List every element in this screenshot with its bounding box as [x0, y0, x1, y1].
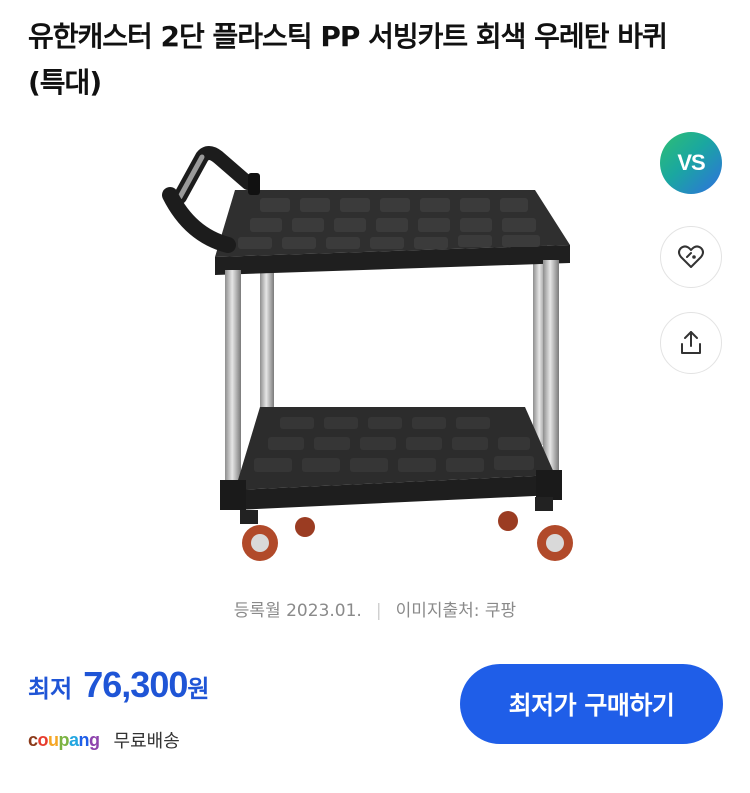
logo-letter: o: [37, 729, 49, 750]
buy-lowest-price-button[interactable]: 최저가 구매하기: [460, 664, 723, 744]
coupang-logo[interactable]: coupang: [28, 730, 100, 751]
logo-letter: u: [48, 729, 59, 750]
price-unit: 원: [187, 675, 210, 703]
price-label: 최저: [28, 675, 73, 703]
vs-compare-button[interactable]: VS: [660, 132, 722, 194]
share-icon: [681, 331, 701, 354]
logo-letter: a: [69, 729, 79, 750]
share-button[interactable]: [660, 312, 722, 374]
image-source: 이미지출처: 쿠팡: [395, 601, 517, 621]
price-value: 76,300: [83, 664, 188, 705]
image-meta: 등록월 2023.01. | 이미지출처: 쿠팡: [0, 596, 750, 621]
registered-month: 등록월 2023.01.: [233, 601, 362, 621]
logo-letter: n: [78, 729, 90, 750]
logo-letter: p: [58, 729, 70, 750]
logo-letter: c: [28, 729, 38, 750]
product-title: 유한캐스터 2단 플라스틱 PP 서빙카트 회색 우레탄 바퀴 (특대): [28, 20, 668, 99]
meta-separator: |: [375, 601, 382, 621]
heart-tag-icon: [678, 245, 704, 268]
seller-row: coupang 무료배송: [28, 727, 180, 753]
shipping-info: 무료배송: [113, 731, 180, 752]
price-row: 최저 76,300원: [28, 664, 209, 706]
product-image: [162, 146, 573, 561]
wishlist-button[interactable]: [660, 226, 722, 288]
logo-letter: g: [89, 729, 100, 750]
vs-label: VS: [677, 150, 705, 175]
buy-button-label: 최저가 구매하기: [508, 691, 675, 720]
